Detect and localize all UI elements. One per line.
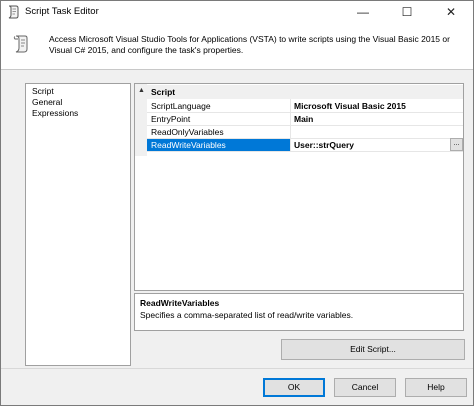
property-name: EntryPoint xyxy=(151,114,191,124)
banner-description: Access Microsoft Visual Studio Tools for… xyxy=(49,34,450,55)
property-value[interactable]: Main xyxy=(294,113,454,125)
collapse-icon[interactable]: ▲ xyxy=(138,87,145,94)
window-title: Script Task Editor xyxy=(25,6,99,17)
footer-divider xyxy=(1,368,473,369)
description-title: ReadWriteVariables xyxy=(140,298,220,308)
maximize-button[interactable]: ☐ xyxy=(385,1,429,23)
header-banner: Access Microsoft Visual Studio Tools for… xyxy=(1,23,473,70)
property-row-scriptlanguage[interactable]: ScriptLanguage Microsoft Visual Basic 20… xyxy=(147,99,463,113)
ellipsis-button[interactable]: ... xyxy=(450,138,463,151)
property-name: ReadOnlyVariables xyxy=(151,127,224,137)
script-icon xyxy=(13,35,29,53)
cancel-button[interactable]: Cancel xyxy=(334,378,396,397)
column-divider xyxy=(290,125,291,138)
minimize-button[interactable]: — xyxy=(341,1,385,23)
property-name: ScriptLanguage xyxy=(151,101,211,111)
property-description-panel: ReadWriteVariables Specifies a comma-sep… xyxy=(134,293,464,331)
property-row-readonlyvariables[interactable]: ReadOnlyVariables xyxy=(147,125,463,139)
nav-item-script[interactable]: Script xyxy=(32,86,54,96)
page-navigation-list: Script General Expressions xyxy=(25,83,131,366)
column-divider xyxy=(290,99,291,112)
property-grid: ▲ Script ScriptLanguage Microsoft Visual… xyxy=(134,83,464,291)
property-row-readwritevariables[interactable]: ReadWriteVariables User::strQuery ... xyxy=(147,138,463,152)
property-row-entrypoint[interactable]: EntryPoint Main xyxy=(147,112,463,126)
property-value[interactable]: User::strQuery xyxy=(294,139,454,151)
script-task-icon xyxy=(6,5,20,19)
ok-button[interactable]: OK xyxy=(263,378,325,397)
category-label: Script xyxy=(151,87,176,97)
help-button[interactable]: Help xyxy=(405,378,467,397)
column-divider xyxy=(290,112,291,125)
close-button[interactable]: ✕ xyxy=(429,1,473,23)
description-text: Specifies a comma-separated list of read… xyxy=(140,310,354,320)
title-bar: Script Task Editor — ☐ ✕ xyxy=(1,1,473,23)
category-row-script[interactable]: ▲ Script xyxy=(135,85,463,99)
script-task-editor-window: Script Task Editor — ☐ ✕ Access Microsof… xyxy=(0,0,474,406)
property-value[interactable]: Microsoft Visual Basic 2015 xyxy=(294,100,454,112)
column-divider xyxy=(290,138,291,151)
property-name: ReadWriteVariables xyxy=(147,139,290,151)
nav-item-general[interactable]: General xyxy=(32,97,62,107)
edit-script-button[interactable]: Edit Script... xyxy=(281,339,465,360)
property-value[interactable] xyxy=(294,126,454,138)
nav-item-expressions[interactable]: Expressions xyxy=(32,108,78,118)
